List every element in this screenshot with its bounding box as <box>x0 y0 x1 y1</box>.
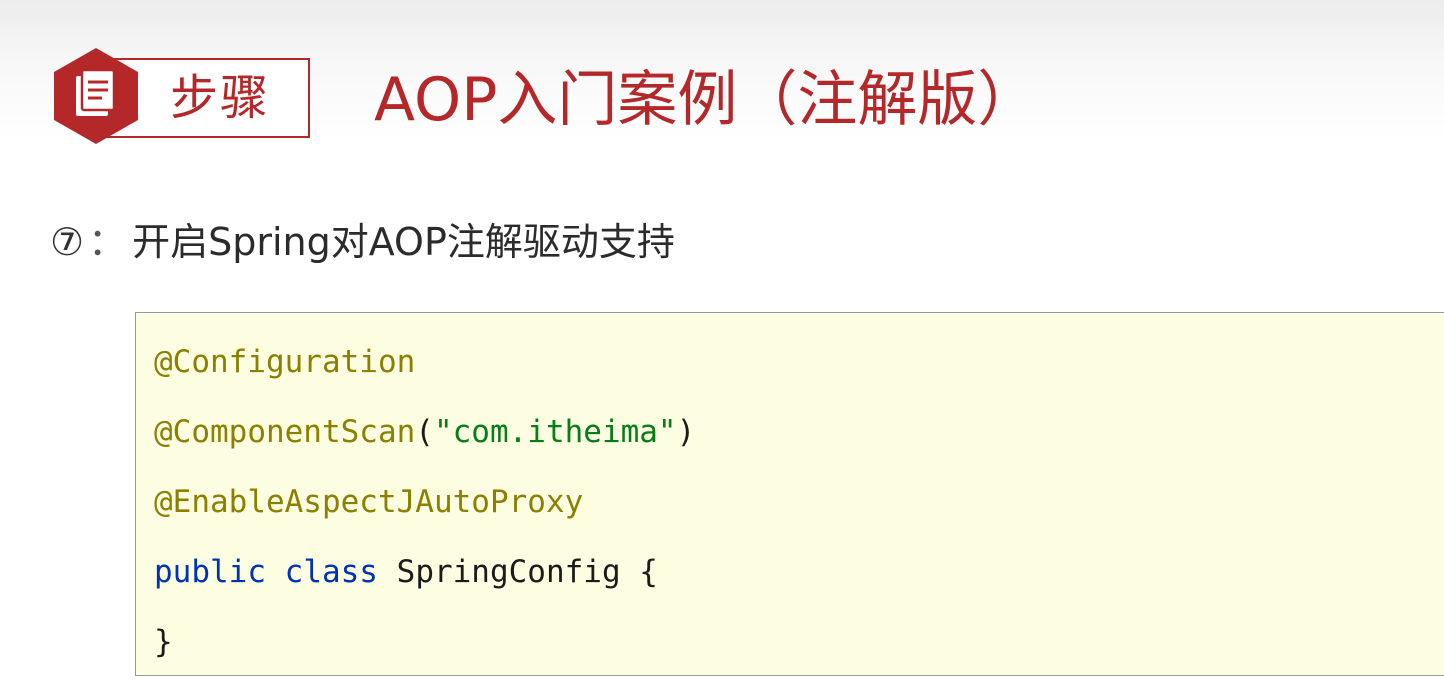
step-text: 开启Spring对AOP注解驱动支持 <box>132 220 675 264</box>
slide-header: 步骤 AOP入门案例（注解版） <box>52 46 1152 146</box>
keyword-class: class <box>284 554 378 590</box>
brace-open: { <box>639 554 658 590</box>
page-title: AOP入门案例（注解版） <box>374 65 1038 135</box>
code-line-1: @Configuration <box>154 337 415 387</box>
code-line-4: public class SpringConfig { <box>154 547 658 597</box>
keyword-public: public <box>154 554 266 590</box>
class-name: SpringConfig <box>396 554 621 590</box>
paren-close: ) <box>676 414 696 450</box>
code-line-3: @EnableAspectJAutoProxy <box>154 477 583 527</box>
step-separator: ： <box>88 220 127 264</box>
paren-open: ( <box>415 414 434 450</box>
code-line-2: @ComponentScan("com.itheima") <box>154 407 695 457</box>
annotation-configuration: @Configuration <box>154 344 416 380</box>
step-number: ⑦ <box>50 220 85 264</box>
code-line-5: } <box>154 617 173 667</box>
annotation-enable-aspectj: @EnableAspectJAutoProxy <box>154 484 584 520</box>
document-icon <box>54 48 138 144</box>
step-badge-label: 步骤 <box>170 70 271 126</box>
annotation-component-scan: @ComponentScan <box>154 414 416 450</box>
step-badge: 步骤 <box>52 46 314 146</box>
code-block: @Configuration @ComponentScan("com.ithei… <box>135 312 1444 676</box>
string-literal: "com.itheima" <box>433 414 677 450</box>
step-heading: ⑦：开启Spring对AOP注解驱动支持 <box>50 212 675 272</box>
brace-close: } <box>154 624 173 660</box>
